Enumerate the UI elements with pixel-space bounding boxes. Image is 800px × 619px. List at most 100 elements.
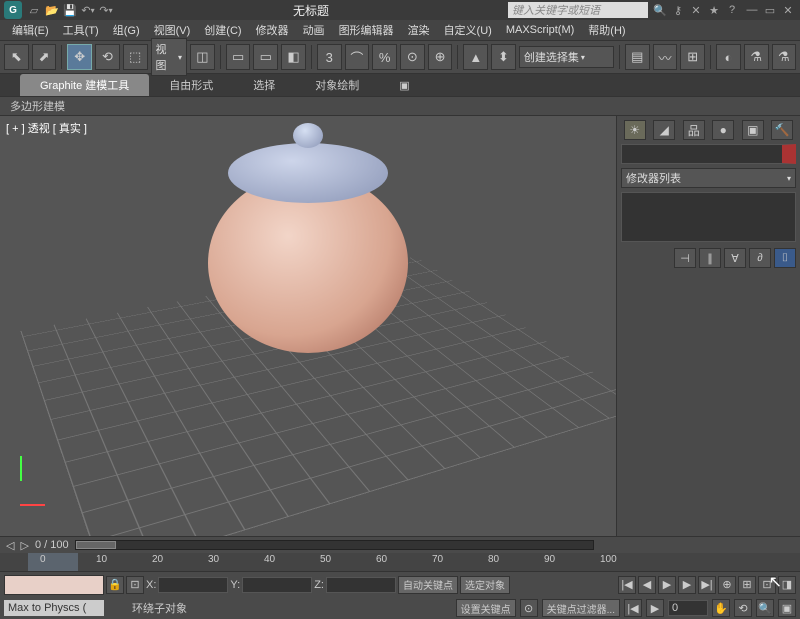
prev-frame-icon[interactable]: ◀ — [638, 576, 656, 594]
z-input[interactable] — [326, 577, 396, 593]
render-icon[interactable]: ⚗ — [772, 44, 797, 70]
play-icon[interactable]: ▶ — [658, 576, 676, 594]
scene-object-jar[interactable] — [208, 173, 408, 353]
select-name-icon[interactable]: ▭ — [253, 44, 278, 70]
spinner-snap-icon[interactable]: ⊙ — [400, 44, 425, 70]
modify-tab-icon[interactable]: ◢ — [653, 120, 675, 140]
goto-end-icon[interactable]: ▶| — [698, 576, 716, 594]
scale-tool[interactable]: ⬚ — [123, 44, 148, 70]
tool-icon[interactable]: ✕ — [688, 2, 704, 18]
link-icon[interactable]: ⚷ — [670, 2, 686, 18]
menu-graph[interactable]: 图形编辑器 — [333, 20, 400, 40]
modifier-stack[interactable] — [621, 192, 796, 242]
menu-custom[interactable]: 自定义(U) — [438, 20, 498, 40]
pivot-icon[interactable]: ◫ — [190, 44, 215, 70]
angle-snap-icon[interactable]: ⌒ — [345, 44, 370, 70]
align-icon[interactable]: ⬍ — [491, 44, 516, 70]
close-button[interactable]: ✕ — [780, 2, 796, 18]
selected-obj-dropdown[interactable]: 选定对象 — [460, 576, 510, 594]
open-icon[interactable]: 📂 — [44, 2, 60, 18]
material-icon[interactable]: ◐ — [716, 44, 741, 70]
lock-icon[interactable]: 🔒 — [106, 576, 124, 594]
pin-stack-icon[interactable]: ⊣ — [674, 248, 696, 268]
x-input[interactable] — [158, 577, 228, 593]
menu-maxscript[interactable]: MAXScript(M) — [500, 22, 580, 38]
redo-icon[interactable]: ↷▾ — [98, 2, 114, 18]
rotate-tool[interactable]: ⟲ — [95, 44, 120, 70]
time-play-icon[interactable]: ▶ — [646, 599, 664, 617]
hierarchy-tab-icon[interactable]: 品 — [683, 120, 705, 140]
script-listener[interactable]: Max to Physcs ( — [4, 600, 104, 616]
star-icon[interactable]: ★ — [706, 2, 722, 18]
menu-edit[interactable]: 编辑(E) — [6, 20, 55, 40]
sel-lock-icon[interactable]: ⊡ — [126, 576, 144, 594]
curve-editor-icon[interactable]: 〰 — [653, 44, 678, 70]
render-setup-icon[interactable]: ⚗ — [744, 44, 769, 70]
select-obj-icon[interactable]: ▭ — [226, 44, 251, 70]
nav-right-icon[interactable]: ▷ — [20, 539, 28, 552]
nav-left-icon[interactable]: ◁ — [6, 539, 14, 552]
create-tab-icon[interactable]: ☀ — [624, 120, 646, 140]
pan-icon[interactable]: ✋ — [712, 599, 730, 617]
next-frame-icon[interactable]: ▶ — [678, 576, 696, 594]
tab-paint[interactable]: 对象绘制 — [295, 74, 379, 96]
mirror-icon[interactable]: ▲ — [463, 44, 488, 70]
tab-graphite[interactable]: Graphite 建模工具 — [20, 74, 149, 96]
select-region-icon[interactable]: ◧ — [281, 44, 306, 70]
motion-tab-icon[interactable]: ● — [712, 120, 734, 140]
auto-key-button[interactable]: 自动关键点 — [398, 576, 458, 594]
menu-help[interactable]: 帮助(H) — [582, 20, 631, 40]
percent-snap-icon[interactable]: % — [372, 44, 397, 70]
ribbon-collapse-icon[interactable]: ▣ — [379, 76, 429, 95]
ref-coord-dropdown[interactable]: 视图▾ — [151, 38, 188, 76]
time-ruler[interactable]: 0 10 20 30 40 50 60 70 80 90 100 — [0, 553, 800, 571]
new-icon[interactable]: ▱ — [26, 2, 42, 18]
menu-create[interactable]: 创建(C) — [198, 20, 247, 40]
object-name-input[interactable] — [621, 144, 796, 164]
track-color-swatch[interactable] — [4, 575, 104, 595]
search-input[interactable]: 键入关键字或短语 — [508, 2, 648, 18]
time-first-icon[interactable]: |◀ — [624, 599, 642, 617]
goto-start-icon[interactable]: |◀ — [618, 576, 636, 594]
configure-sets-icon[interactable]: ⌷ — [774, 248, 796, 268]
make-unique-icon[interactable]: ∀ — [724, 248, 746, 268]
snap-toggle-icon[interactable]: ⊕ — [428, 44, 453, 70]
selection-set-dropdown[interactable]: 创建选择集▾ — [519, 46, 614, 68]
menu-render[interactable]: 渲染 — [402, 20, 436, 40]
key-filter-button[interactable]: 关键点过滤器... — [542, 599, 620, 617]
viewport[interactable]: [ + ] 透视 [ 真实 ] — [0, 116, 616, 536]
nav4-icon[interactable]: ◨ — [778, 576, 796, 594]
remove-mod-icon[interactable]: ∂ — [749, 248, 771, 268]
tab-select[interactable]: 选择 — [233, 74, 295, 96]
y-input[interactable] — [242, 577, 312, 593]
layer-icon[interactable]: ▤ — [625, 44, 650, 70]
nav3-icon[interactable]: ⊡ — [758, 576, 776, 594]
current-frame-input[interactable]: 0 — [668, 600, 708, 616]
set-key-button[interactable]: 设置关键点 — [456, 599, 516, 617]
util-tab-icon[interactable]: 🔨 — [771, 120, 793, 140]
orbit-icon[interactable]: ⟲ — [734, 599, 752, 617]
unlink-icon[interactable]: ⬈ — [32, 44, 57, 70]
menu-view[interactable]: 视图(V) — [148, 20, 197, 40]
menu-tools[interactable]: 工具(T) — [57, 20, 105, 40]
menu-group[interactable]: 组(G) — [107, 20, 146, 40]
show-result-icon[interactable]: ∥ — [699, 248, 721, 268]
menu-anim[interactable]: 动画 — [297, 20, 331, 40]
max-viewport-icon[interactable]: ▣ — [778, 599, 796, 617]
search-icon[interactable]: 🔍 — [652, 2, 668, 18]
zoom-icon[interactable]: 🔍 — [756, 599, 774, 617]
nav2-icon[interactable]: ⊞ — [738, 576, 756, 594]
menu-modifier[interactable]: 修改器 — [250, 20, 295, 40]
maximize-button[interactable]: ▭ — [762, 2, 778, 18]
display-tab-icon[interactable]: ▣ — [742, 120, 764, 140]
tab-freeform[interactable]: 自由形式 — [149, 74, 233, 96]
save-icon[interactable]: 💾 — [62, 2, 78, 18]
slider-thumb[interactable] — [76, 541, 116, 549]
schematic-icon[interactable]: ⊞ — [680, 44, 705, 70]
viewport-label[interactable]: [ + ] 透视 [ 真实 ] — [6, 120, 87, 136]
help-icon[interactable]: ? — [724, 2, 740, 18]
move-tool[interactable]: ✥ — [67, 44, 92, 70]
snap-3-icon[interactable]: 3 — [317, 44, 342, 70]
minimize-button[interactable]: — — [744, 2, 760, 18]
select-link-icon[interactable]: ⬉ — [4, 44, 29, 70]
